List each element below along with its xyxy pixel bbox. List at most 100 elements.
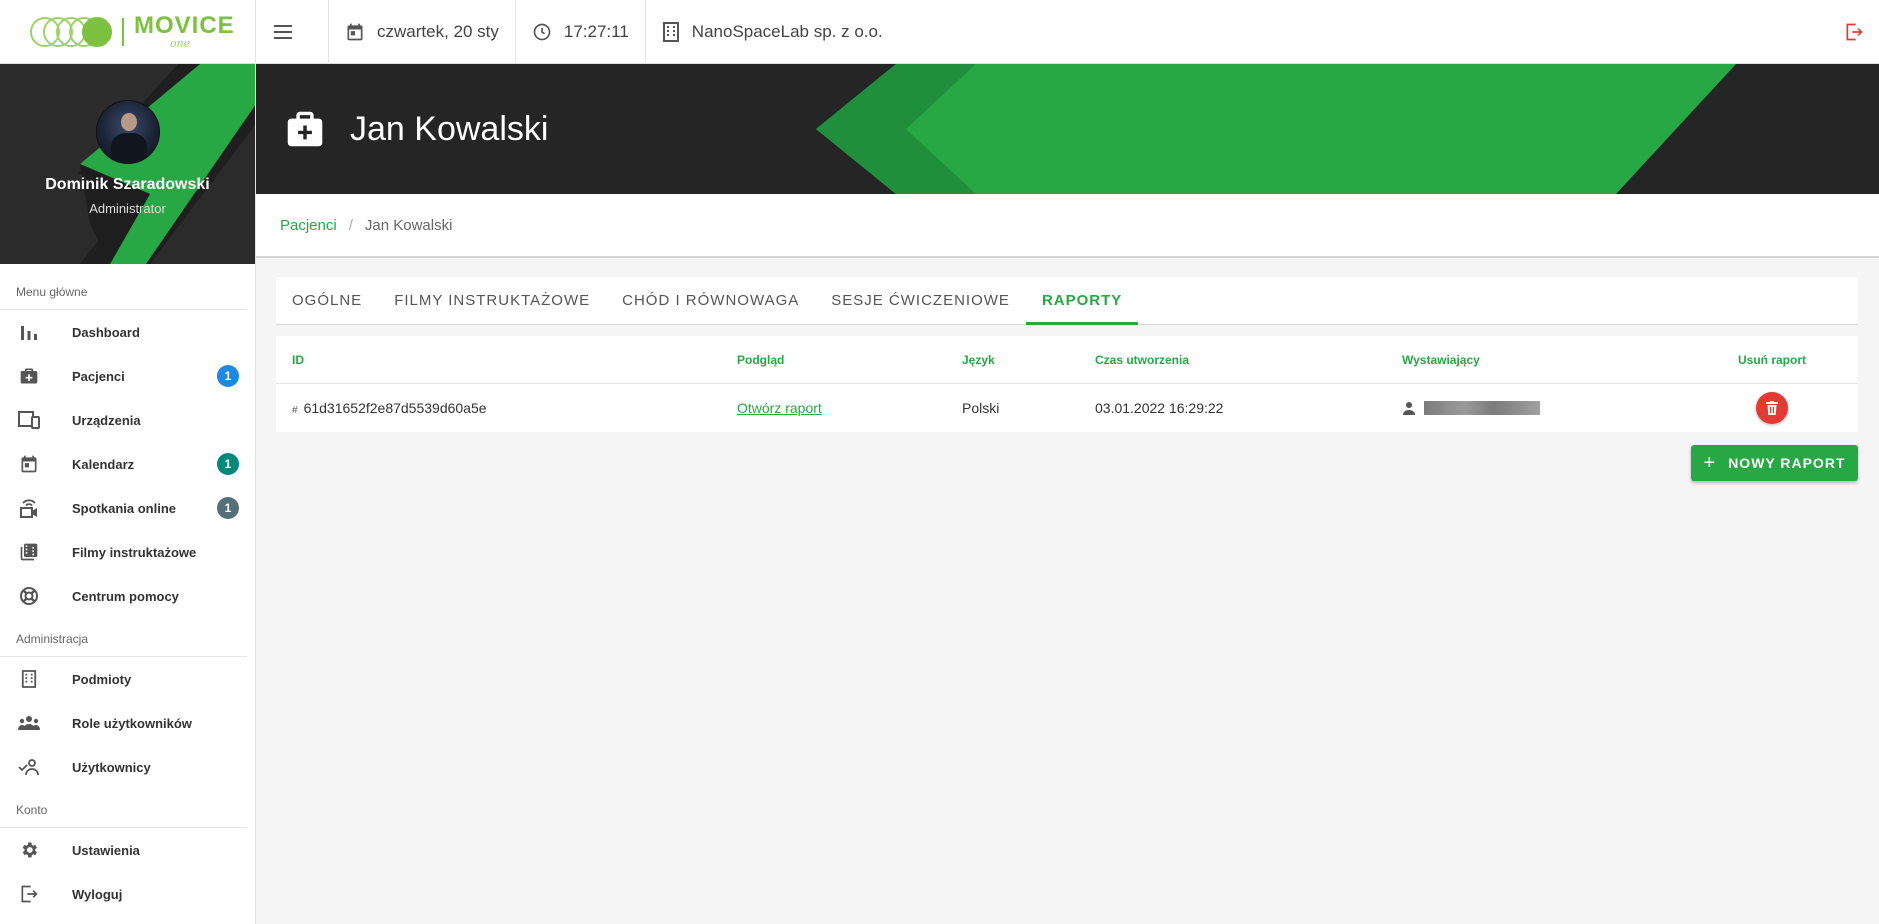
logo-subtext: one bbox=[170, 37, 191, 50]
column-header-delete: Usuń raport bbox=[1737, 352, 1806, 367]
devices-icon bbox=[18, 409, 40, 431]
user-profile: Dominik Szaradowski Administrator bbox=[0, 64, 255, 264]
video-library-icon bbox=[18, 541, 40, 563]
report-id: 61d31652f2e87d5539d60a5e bbox=[303, 400, 487, 416]
pacjenci-count-badge: 1 bbox=[217, 365, 239, 387]
sidebar-item-podmioty[interactable]: Podmioty bbox=[0, 657, 255, 701]
lifebuoy-icon bbox=[18, 585, 40, 607]
organization-name: NanoSpaceLab sp. z o.o. bbox=[691, 21, 883, 41]
report-delete-cell bbox=[1686, 392, 1858, 424]
page-header-banner: Jan Kowalski bbox=[256, 64, 1879, 194]
calendar-icon bbox=[18, 453, 40, 475]
sidebar-item-uzytkownicy[interactable]: Użytkownicy bbox=[0, 745, 255, 789]
current-date: czwartek, 20 sty bbox=[377, 21, 499, 41]
building-icon bbox=[18, 668, 40, 690]
medical-bag-icon bbox=[18, 365, 40, 387]
organization-display: NanoSpaceLab sp. z o.o. bbox=[646, 0, 899, 64]
sidebar-item-spotkania-online[interactable]: Spotkania online 1 bbox=[0, 486, 255, 530]
sidebar-item-filmy-instruktazowe[interactable]: Filmy instruktażowe bbox=[0, 530, 255, 574]
sidebar-item-label: Wyloguj bbox=[72, 886, 123, 902]
report-issuer-cell bbox=[1386, 401, 1686, 415]
report-id-cell: #61d31652f2e87d5539d60a5e bbox=[276, 400, 721, 416]
column-header-preview[interactable]: Podgląd bbox=[721, 353, 946, 367]
report-preview-cell: Otwórz raport bbox=[721, 400, 946, 416]
sidebar-item-label: Kalendarz bbox=[72, 456, 135, 472]
tab-filmy-instruktazowe[interactable]: FILMY INSTRUKTAŻOWE bbox=[378, 277, 606, 324]
sidebar-item-label: Pacjenci bbox=[72, 368, 125, 384]
user-check-icon bbox=[18, 756, 40, 778]
sidebar-item-label: Filmy instruktażowe bbox=[72, 544, 197, 560]
sidebar-item-role-uzytkownikow[interactable]: Role użytkowników bbox=[0, 701, 255, 745]
reports-table: ID Podgląd Język Czas utworzenia Wystawi… bbox=[276, 336, 1858, 432]
logo-circles-icon bbox=[30, 16, 114, 47]
user-name: Dominik Szaradowski bbox=[45, 176, 210, 193]
building-icon bbox=[662, 21, 679, 42]
column-header-language[interactable]: Język bbox=[946, 353, 1079, 367]
table-row: #61d31652f2e87d5539d60a5e Otwórz raport … bbox=[276, 384, 1858, 432]
clock-icon bbox=[533, 23, 551, 40]
sidebar-item-centrum-pomocy[interactable]: Centrum pomocy bbox=[0, 574, 255, 618]
sidebar-item-label: Spotkania online bbox=[72, 500, 177, 516]
column-header-issuer[interactable]: Wystawiający bbox=[1386, 353, 1686, 367]
open-report-link[interactable]: Otwórz raport bbox=[737, 400, 822, 416]
table-header: ID Podgląd Język Czas utworzenia Wystawi… bbox=[276, 336, 1858, 384]
hash-icon: # bbox=[292, 405, 298, 416]
breadcrumb-pacjenci-link[interactable]: Pacjenci bbox=[280, 217, 337, 234]
patient-tabs: OGÓLNE FILMY INSTRUKTAŻOWE CHÓD I RÓWNOW… bbox=[276, 277, 1858, 325]
logout-icon bbox=[1846, 23, 1863, 40]
logout-icon bbox=[18, 883, 40, 905]
section-title-konto: Konto bbox=[0, 789, 247, 828]
current-time: 17:27:11 bbox=[563, 21, 629, 41]
time-display: 17:27:11 bbox=[516, 0, 646, 64]
sidebar-item-label: Centrum pomocy bbox=[72, 588, 179, 604]
sidebar-item-ustawienia[interactable]: Ustawienia bbox=[0, 828, 255, 872]
sidebar-item-urzadzenia[interactable]: Urządzenia bbox=[0, 398, 255, 442]
group-icon bbox=[18, 712, 40, 734]
report-language: Polski bbox=[962, 400, 1000, 416]
report-created-time: 03.01.2022 16:29:22 bbox=[1095, 400, 1224, 416]
breadcrumb-current: Jan Kowalski bbox=[364, 216, 453, 234]
app-logo[interactable]: MOVICE one bbox=[0, 0, 256, 64]
profile-background-stripe bbox=[78, 64, 255, 264]
sidebar-item-label: Role użytkowników bbox=[72, 715, 192, 731]
sidebar: Dominik Szaradowski Administrator Menu g… bbox=[0, 64, 256, 924]
gear-icon bbox=[18, 839, 40, 861]
video-meeting-icon bbox=[18, 497, 40, 519]
tab-ogolne[interactable]: OGÓLNE bbox=[276, 277, 378, 324]
sidebar-item-kalendarz[interactable]: Kalendarz 1 bbox=[0, 442, 255, 486]
avatar[interactable] bbox=[95, 100, 160, 164]
section-title-main: Menu główne bbox=[0, 264, 247, 310]
redacted-issuer-name bbox=[1424, 401, 1540, 415]
tab-sesje-cwiczeniowe[interactable]: SESJE ĆWICZENIOWE bbox=[815, 277, 1026, 324]
new-report-button[interactable]: + NOWY RAPORT bbox=[1691, 445, 1858, 481]
top-bar: MOVICE one czwartek, 20 sty 17:27:11 Nan… bbox=[0, 0, 1879, 64]
sidebar-item-pacjenci[interactable]: Pacjenci 1 bbox=[0, 354, 255, 398]
logo-text: MOVICE bbox=[134, 12, 235, 39]
sidebar-item-label: Użytkownicy bbox=[72, 759, 151, 775]
logout-button[interactable] bbox=[1829, 0, 1879, 64]
sidebar-item-dashboard[interactable]: Dashboard bbox=[0, 310, 255, 354]
hamburger-icon bbox=[274, 24, 292, 39]
medical-bag-icon bbox=[284, 110, 326, 148]
column-header-id[interactable]: ID bbox=[276, 353, 721, 367]
delete-report-button[interactable] bbox=[1756, 392, 1788, 424]
plus-icon: + bbox=[1703, 452, 1717, 474]
spotkania-count-badge: 1 bbox=[217, 497, 239, 519]
tab-raporty[interactable]: RAPORTY bbox=[1025, 277, 1139, 325]
sidebar-item-wyloguj[interactable]: Wyloguj bbox=[0, 872, 255, 916]
column-header-created[interactable]: Czas utworzenia bbox=[1079, 353, 1386, 367]
calendar-icon bbox=[347, 23, 363, 40]
page-title: Jan Kowalski bbox=[350, 109, 549, 148]
date-display: czwartek, 20 sty bbox=[329, 0, 516, 64]
section-title-admin: Administracja bbox=[0, 618, 247, 657]
user-role: Administrator bbox=[89, 201, 166, 216]
sidebar-item-label: Podmioty bbox=[72, 671, 132, 687]
menu-toggle-button[interactable] bbox=[256, 0, 329, 64]
person-icon bbox=[1403, 402, 1415, 415]
kalendarz-count-badge: 1 bbox=[217, 453, 239, 475]
new-report-label: NOWY RAPORT bbox=[1728, 455, 1846, 471]
sidebar-item-label: Ustawienia bbox=[72, 842, 140, 858]
bar-chart-icon bbox=[18, 321, 40, 343]
tab-chod-i-rownowaga[interactable]: CHÓD I RÓWNOWAGA bbox=[606, 277, 815, 324]
breadcrumb-separator: / bbox=[348, 216, 353, 234]
